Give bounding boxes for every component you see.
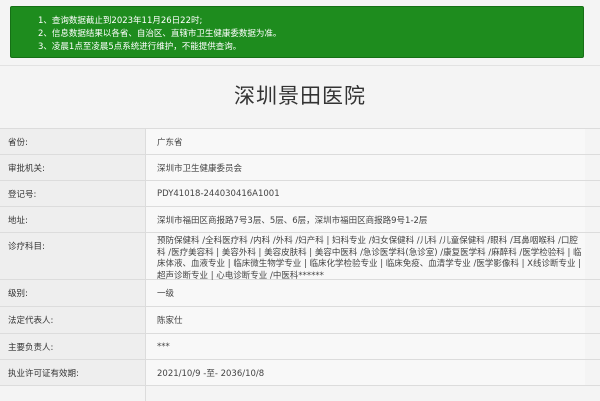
notice-item-3: 3、凌晨1点至凌晨5点系统进行维护，不能提供查询。 (38, 42, 242, 52)
row-label: 级别: (0, 280, 145, 306)
table-row-registration-number: 登记号: PDY41018-244030416A1001 (0, 181, 600, 207)
table-row-departments: 诊疗科目: 预防保健科 /全科医疗科 /内科 /外科 /妇产科 | 妇科专业 /… (0, 233, 600, 281)
notice-item-1: 1、查询数据截止到2023年11月26日22时; (38, 16, 203, 26)
row-value: 陈家仕 (145, 307, 585, 333)
row-value: 广东省 (145, 129, 585, 154)
row-label: 诊疗科目: (0, 233, 145, 279)
table-row-license-validity: 执业许可证有效期: 2021/10/9 -至- 2036/10/8 (0, 360, 600, 386)
row-value: *** (145, 334, 585, 359)
row-value: PDY41018-244030416A1001 (145, 181, 585, 206)
row-label: 审批机关: (0, 155, 145, 180)
table-row-approval-authority: 审批机关: 深圳市卫生健康委员会 (0, 155, 600, 181)
row-value: 深圳市福田区商报路7号3层、5层、6层，深圳市福田区商报路9号1-2层 (145, 207, 585, 232)
row-label: 法定代表人: (0, 307, 145, 333)
row-label: 主要负责人: (0, 334, 145, 359)
info-table: 省份: 广东省 审批机关: 深圳市卫生健康委员会 登记号: PDY41018-2… (0, 128, 600, 401)
row-value: 预防保健科 /全科医疗科 /内科 /外科 /妇产科 | 妇科专业 /妇女保健科 … (145, 233, 585, 281)
header-divider (0, 65, 600, 66)
table-row-principal: 主要负责人: *** (0, 334, 600, 360)
notice-banner: 1、查询数据截止到2023年11月26日22时; 2、信息数据结果以各省、自治区… (10, 6, 584, 58)
table-row-province: 省份: 广东省 (0, 129, 600, 155)
table-row-legal-representative: 法定代表人: 陈家仕 (0, 307, 600, 334)
page-title: 深圳景田医院 (234, 84, 366, 108)
column-divider (145, 129, 146, 401)
row-label: 登记号: (0, 181, 145, 206)
table-row-address: 地址: 深圳市福田区商报路7号3层、5层、6层，深圳市福田区商报路9号1-2层 (0, 207, 600, 233)
row-label: 执业许可证有效期: (0, 360, 145, 385)
row-value: 深圳市卫生健康委员会 (145, 155, 585, 180)
row-value: 2021/10/9 -至- 2036/10/8 (145, 360, 585, 385)
row-value: 一级 (145, 280, 585, 306)
table-row-level: 级别: 一级 (0, 280, 600, 307)
notice-item-2: 2、信息数据结果以各省、自治区、直辖市卫生健康委数据为准。 (38, 29, 282, 39)
row-label: 地址: (0, 207, 145, 232)
row-label: 省份: (0, 129, 145, 154)
